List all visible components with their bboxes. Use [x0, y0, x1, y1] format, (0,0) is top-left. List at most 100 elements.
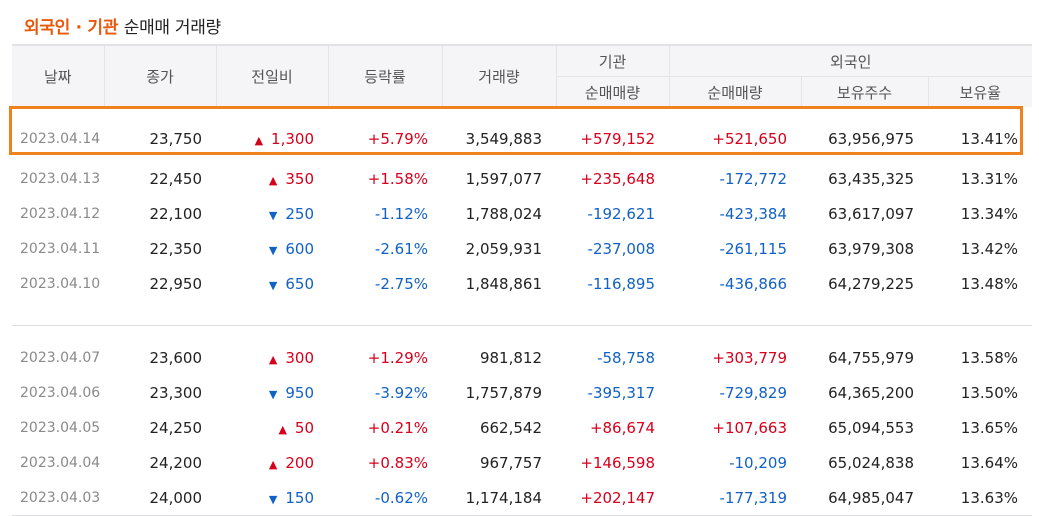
inst-net-cell: +86,674 — [589, 418, 655, 437]
foreign-ratio-cell: 13.58% — [960, 348, 1018, 367]
foreign-ratio-cell: 13.34% — [960, 204, 1018, 223]
volume-cell: 2,059,931 — [465, 239, 542, 258]
volume-cell: 1,848,861 — [465, 274, 542, 293]
foreign-hold-cell: 65,094,553 — [828, 418, 914, 437]
volume-cell: 967,757 — [479, 453, 542, 472]
foreign-hold-cell: 63,617,097 — [828, 204, 914, 223]
rate-cell: -1.12% — [374, 204, 428, 223]
change-value: 200 — [285, 453, 314, 472]
up-triangle-icon: ▲ — [268, 352, 278, 366]
table-row: 2023.04.12 22,100 ▼ 250 -1.12% 1,788,024 -192,… — [12, 196, 1032, 231]
down-triangle-icon: ▼ — [268, 208, 278, 222]
col-change: 전일비 — [215, 44, 328, 107]
col-inst-net: 순매매량 — [555, 76, 669, 107]
change-cell: ▼ 650 — [216, 266, 328, 301]
foreign-hold-cell: 65,024,838 — [828, 453, 914, 472]
change-cell: ▼ 950 — [216, 375, 328, 410]
volume-cell: 1,597,077 — [465, 169, 542, 188]
table-row: 2023.04.10 22,950 ▼ 650 -2.75% 1,848,861 -116,… — [12, 266, 1032, 301]
foreign-ratio-cell: 13.65% — [960, 418, 1018, 437]
change-cell: ▲ 350 — [216, 161, 328, 196]
change-cell: ▼ 600 — [216, 231, 328, 266]
title-accent: 외국인 · 기관 — [24, 18, 119, 38]
date-cell: 2023.04.05 — [20, 419, 101, 436]
change-value: 950 — [285, 383, 314, 402]
date-cell: 2023.04.12 — [20, 205, 101, 222]
date-cell: 2023.04.06 — [20, 384, 101, 401]
date-cell: 2023.04.03 — [12, 480, 104, 516]
foreign-ratio-cell: 13.31% — [960, 169, 1018, 188]
change-cell: ▲ 300 — [216, 340, 328, 375]
volume-cell: 1,788,024 — [465, 204, 542, 223]
close-cell: 23,300 — [149, 383, 203, 402]
close-cell: 22,450 — [149, 169, 203, 188]
close-cell: 22,950 — [149, 274, 203, 293]
col-group-foreign: 외국인 — [668, 44, 1032, 77]
rate-cell: +0.83% — [367, 453, 428, 472]
foreign-net-cell: -729,829 — [719, 383, 787, 402]
rate-cell: -2.61% — [374, 239, 428, 258]
inst-net-cell: +146,598 — [580, 453, 655, 472]
volume-cell: 662,542 — [479, 418, 542, 437]
date-cell: 2023.04.04 — [20, 454, 101, 471]
title-rest: 순매매 거래량 — [123, 18, 221, 38]
foreign-net-cell: -436,866 — [719, 274, 787, 293]
change-cell: ▲ 200 — [216, 445, 328, 480]
foreign-net-cell: +107,663 — [712, 418, 787, 437]
date-cell: 2023.04.13 — [20, 170, 101, 187]
foreign-ratio-cell: 13.63% — [928, 480, 1032, 516]
inst-net-cell: -192,621 — [587, 204, 655, 223]
down-triangle-icon: ▼ — [268, 243, 278, 257]
rate-cell: -0.62% — [328, 480, 442, 516]
foreign-hold-cell: 63,979,308 — [828, 239, 914, 258]
inst-net-cell: -58,758 — [597, 348, 655, 367]
highlight-box — [9, 106, 1023, 155]
change-value: 600 — [285, 239, 314, 258]
volume-cell: 1,174,184 — [442, 480, 556, 516]
foreign-ratio-cell: 13.42% — [960, 239, 1018, 258]
close-cell: 22,350 — [149, 239, 203, 258]
table-row: 2023.04.07 23,600 ▲ 300 +1.29% 981,812 -58,758… — [12, 340, 1032, 375]
up-triangle-icon: ▲ — [278, 422, 287, 436]
rate-cell: +1.29% — [367, 348, 428, 367]
foreign-ratio-cell: 13.64% — [960, 453, 1018, 472]
table-row: 2023.04.05 24,250 ▲ 50 +0.21% 662,542 +86,674 +… — [12, 410, 1032, 445]
change-value: 150 — [285, 488, 314, 507]
change-value: 650 — [285, 274, 314, 293]
change-value: 50 — [294, 418, 314, 437]
foreign-hold-cell: 63,435,325 — [828, 169, 914, 188]
foreign-hold-cell: 64,985,047 — [801, 480, 928, 516]
table-row: 2023.04.03 24,000 ▼ 150 -0.62% 1,174,184 +202,… — [12, 480, 1032, 516]
foreign-net-cell: -261,115 — [719, 239, 787, 258]
down-triangle-icon: ▼ — [268, 492, 278, 506]
col-foreign-ratio: 보유율 — [927, 76, 1032, 107]
close-cell: 24,200 — [149, 453, 203, 472]
down-triangle-icon: ▼ — [268, 387, 278, 401]
col-foreign-net: 순매매량 — [668, 76, 801, 107]
change-cell: ▼ 150 — [216, 480, 328, 516]
up-triangle-icon: ▲ — [268, 457, 278, 471]
table-row: 2023.04.13 22,450 ▲ 350 +1.58% 1,597,077 +235,… — [12, 161, 1032, 196]
change-value: 250 — [285, 204, 314, 223]
foreign-net-cell: -177,319 — [669, 480, 801, 516]
inst-net-cell: +235,648 — [580, 169, 655, 188]
foreign-net-cell: -10,209 — [729, 453, 787, 472]
volume-cell: 981,812 — [479, 348, 542, 367]
up-triangle-icon: ▲ — [268, 173, 278, 187]
foreign-hold-cell: 64,755,979 — [828, 348, 914, 367]
inst-net-cell: -116,895 — [587, 274, 655, 293]
col-close: 종가 — [103, 44, 216, 107]
date-cell: 2023.04.07 — [20, 349, 101, 366]
close-cell: 24,000 — [104, 480, 216, 516]
rate-cell: +1.58% — [367, 169, 428, 188]
table-row: 2023.04.11 22,350 ▼ 600 -2.61% 2,059,931 -237,… — [12, 231, 1032, 266]
foreign-net-cell: -423,384 — [719, 204, 787, 223]
rate-cell: -3.92% — [374, 383, 428, 402]
date-cell: 2023.04.10 — [20, 275, 101, 292]
inst-net-cell: -395,317 — [587, 383, 655, 402]
close-cell: 22,100 — [149, 204, 203, 223]
volume-cell: 1,757,879 — [465, 383, 542, 402]
col-date: 날짜 — [12, 44, 104, 107]
foreign-hold-cell: 64,279,225 — [828, 274, 914, 293]
col-rate: 등락률 — [327, 44, 442, 107]
